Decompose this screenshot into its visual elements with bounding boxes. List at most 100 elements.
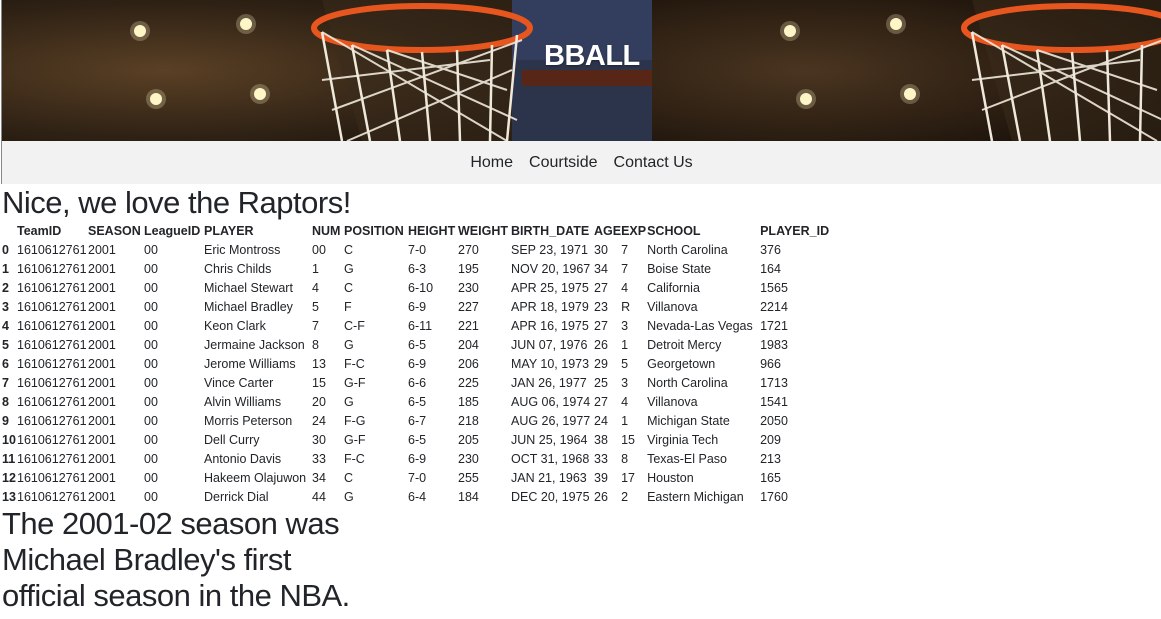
table-cell: 30 [594,242,608,257]
table-cell: 7 [621,261,629,276]
table-cell: G-F [344,432,366,447]
table-row: 4 1610612761 2001 00 Keon Clark 7 C-F 6-11 221 AP… [2,316,840,335]
table-cell: Michael Stewart [204,280,293,295]
table-row: 1 1610612761 2001 00 Chris Childs 1 G 6-3 195 NOV… [2,259,840,278]
table-cell: Keon Clark [204,318,266,333]
table-cell: 44 [312,489,326,504]
table-cell: 1 [621,337,629,352]
row-index: 3 [2,299,9,314]
table-cell: JAN 21, 1963 [511,470,587,485]
table-cell: 13 [312,356,326,371]
table-cell: R [621,299,631,314]
table-cell: 2 [621,489,629,504]
table-cell: 255 [458,470,479,485]
table-cell: 00 [144,394,158,409]
table-row: 5 1610612761 2001 00 Jermaine Jackson 8 G 6-5 20… [2,335,840,354]
table-cell: 7 [621,242,629,257]
table-cell: 1610612761 [17,413,87,428]
table-row: 12 1610612761 2001 00 Hakeem Olajuwon 34 C 7-0 2… [2,468,840,487]
table-cell: 2001 [88,413,116,428]
table-cell: 1565 [760,280,788,295]
table-cell: 00 [144,280,158,295]
table-cell: 6-6 [408,375,427,390]
roster-table-header: TeamID SEASON LeagueID PLAYER NUM POSITION HEI… [2,221,840,240]
table-cell: 00 [144,489,158,504]
row-index: 5 [2,337,9,352]
table-row: 2 1610612761 2001 00 Michael Stewart 4 C 6-10 23… [2,278,840,297]
table-cell: North Carolina [647,375,728,390]
table-cell: 1610612761 [17,432,87,447]
table-cell: 1713 [760,375,788,390]
table-cell: 00 [144,261,158,276]
table-row: 6 1610612761 2001 00 Jerome Williams 13 F-C 6-9… [2,354,840,373]
table-cell: 23 [594,299,608,314]
row-index: 8 [2,394,9,409]
table-cell: F-G [344,413,366,428]
column-header: HEIGHT [408,223,456,238]
table-cell: 1610612761 [17,299,87,314]
table-cell: APR 25, 1975 [511,280,589,295]
table-cell: APR 16, 1975 [511,318,589,333]
table-cell: 27 [594,280,608,295]
table-cell: 6-9 [408,299,427,314]
table-cell: 2001 [88,394,116,409]
table-cell: Jermaine Jackson [204,337,305,352]
table-cell: Virginia Tech [647,432,719,447]
table-cell: 227 [458,299,479,314]
column-header: NUM [312,223,341,238]
table-cell: California [647,280,700,295]
table-cell: Detroit Mercy [647,337,722,352]
table-cell: Vince Carter [204,375,274,390]
site-title: BBALL [544,40,640,72]
row-index: 0 [2,242,9,257]
table-cell: 6-4 [408,489,427,504]
table-cell: G-F [344,375,366,390]
table-cell: 26 [594,489,608,504]
table-cell: F-C [344,356,365,371]
table-cell: 7-0 [408,470,427,485]
table-cell: 2001 [88,299,116,314]
table-cell: 24 [312,413,326,428]
nav-link-contact-us[interactable]: Contact Us [614,154,693,172]
table-cell: MAY 10, 1973 [511,356,590,371]
table-cell: 218 [458,413,479,428]
nav-link-courtside[interactable]: Courtside [529,154,597,172]
table-cell: 4 [621,280,629,295]
table-cell: North Carolina [647,242,728,257]
table-cell: 185 [458,394,479,409]
table-cell: 2001 [88,318,116,333]
season-fact: The 2001-02 season was Michael Bradley's… [2,506,350,613]
column-header: TeamID [17,223,62,238]
row-index: 6 [2,356,9,371]
roster-table-body: 0 1610612761 2001 00 Eric Montross 00 C 7-0 270 S… [2,240,840,506]
table-cell: 6-11 [408,318,433,333]
table-cell: Villanova [647,394,698,409]
table-cell: 33 [312,451,326,466]
row-index: 11 [2,451,16,466]
table-cell: C-F [344,318,365,333]
table-header-row: TeamID SEASON LeagueID PLAYER NUM POSITION HEI… [2,221,840,240]
table-cell: 25 [594,375,608,390]
table-cell: 204 [458,337,479,352]
table-cell: 5 [312,299,319,314]
table-cell: 2001 [88,451,116,466]
table-cell: 00 [144,413,158,428]
table-cell: 00 [144,299,158,314]
column-header: LeagueID [144,223,201,238]
table-cell: 2001 [88,375,116,390]
table-cell: 27 [594,394,608,409]
table-row: 9 1610612761 2001 00 Morris Peterson 24 F-G 6-7… [2,411,840,430]
table-cell: 230 [458,451,479,466]
table-cell: 1721 [760,318,788,333]
table-cell: 2001 [88,432,116,447]
table-cell: NOV 20, 1967 [511,261,591,276]
table-cell: Villanova [647,299,698,314]
table-cell: Antonio Davis [204,451,282,466]
row-index: 2 [2,280,9,295]
table-cell: G [344,337,354,352]
table-cell: 1610612761 [17,337,87,352]
nav-link-home[interactable]: Home [470,154,513,172]
table-cell: 4 [312,280,319,295]
table-cell: 00 [144,375,158,390]
table-cell: 2214 [760,299,788,314]
